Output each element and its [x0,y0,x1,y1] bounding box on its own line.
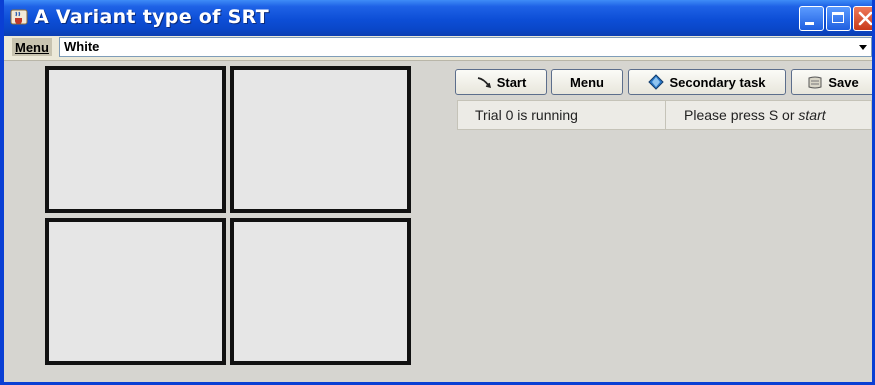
start-button[interactable]: Start [455,69,547,95]
minimize-button[interactable] [799,6,824,31]
maximize-button[interactable] [826,6,851,31]
start-button-label: Start [496,74,527,90]
close-icon [858,11,872,26]
status-bar: Trial 0 is running Please press S or sta… [457,100,872,130]
trial-status-text: Trial 0 is running [475,107,578,123]
color-select-value: White [64,39,100,54]
save-button-label: Save [828,74,859,90]
app-window: A Variant type of SRT Menu White Start M… [0,0,875,385]
instruction-emphasis: start [798,107,826,123]
target-box-top-right[interactable] [230,66,411,213]
diamond-icon [648,74,665,90]
floppy-icon [808,76,822,89]
title-bar[interactable]: A Variant type of SRT [4,0,872,36]
arrow-icon [477,77,491,89]
target-box-top-left[interactable] [45,66,226,213]
instruction-text: Please press S or start [684,101,826,129]
close-button[interactable] [853,6,872,31]
menu-item-menu[interactable]: Menu [12,38,52,56]
java-cup-icon [10,9,28,25]
menu-button-label: Menu [570,74,604,90]
window-title: A Variant type of SRT [34,6,269,28]
target-box-bottom-right[interactable] [230,218,411,365]
menu-label: Menu [15,40,49,55]
color-select[interactable]: White [59,37,872,57]
instruction-prefix: Please press S or [684,107,799,123]
menu-button[interactable]: Menu [551,69,623,95]
chevron-down-icon[interactable] [857,41,869,53]
secondary-task-button[interactable]: Secondary task [628,69,786,95]
menu-bar: Menu White [4,36,872,61]
target-box-bottom-left[interactable] [45,218,226,365]
secondary-task-button-label: Secondary task [669,74,766,90]
save-button[interactable]: Save [791,69,872,95]
status-divider [665,101,666,129]
